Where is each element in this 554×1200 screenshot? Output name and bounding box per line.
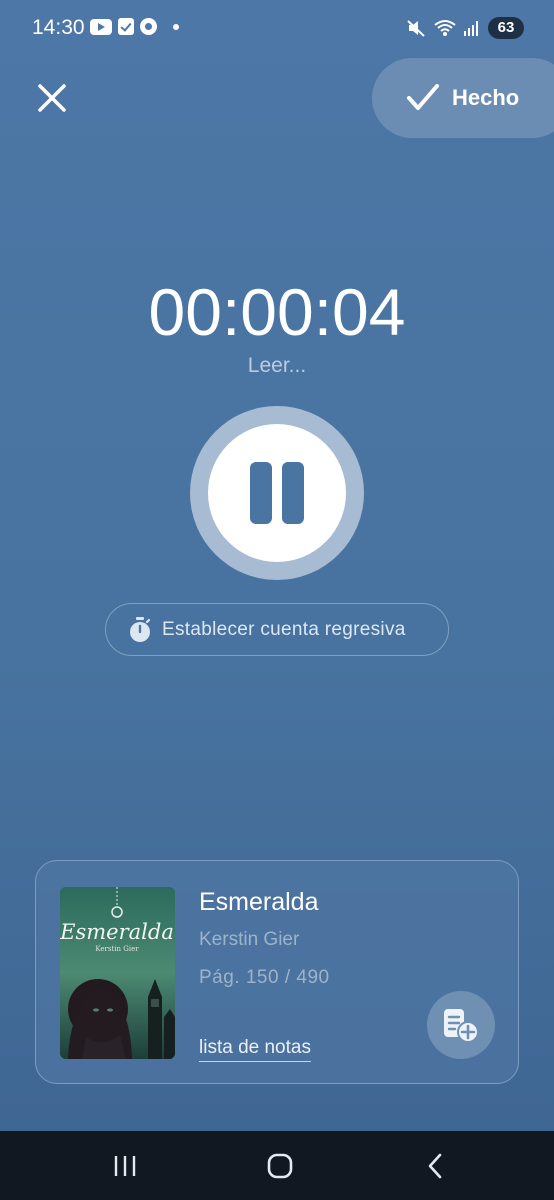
youtube-icon — [90, 18, 112, 35]
home-icon — [267, 1153, 293, 1179]
close-icon — [38, 84, 66, 112]
add-note-button[interactable] — [427, 991, 495, 1059]
status-time: 14:30 — [32, 16, 85, 39]
recents-icon — [114, 1156, 136, 1176]
system-navigation-bar — [0, 1131, 554, 1200]
status-bar: 14:30 63 — [0, 0, 554, 58]
add-note-icon — [444, 1009, 479, 1043]
book-card[interactable]: Esmeralda Kerstin Gier Esmeralda Kerstin… — [35, 860, 519, 1084]
pause-bar-right — [282, 462, 304, 524]
activity-label: Leer... — [247, 354, 307, 377]
cover-author-text: Kerstin Gier — [95, 945, 139, 953]
back-button[interactable] — [415, 1149, 455, 1183]
close-button[interactable] — [30, 76, 74, 120]
notes-list-link[interactable]: lista de notas — [199, 1037, 311, 1062]
book-cover-image: Esmeralda Kerstin Gier — [60, 887, 175, 1059]
back-icon — [428, 1153, 442, 1179]
signal-icon — [464, 20, 480, 36]
battery-indicator: 63 — [488, 17, 524, 39]
countdown-label: Establecer cuenta regresiva — [162, 618, 406, 640]
book-page-progress: Pág. 150 / 490 — [199, 967, 330, 988]
pause-bar-left — [250, 462, 272, 524]
elapsed-timer: 00:00:04 — [148, 275, 406, 349]
pause-icon — [208, 424, 346, 562]
checkmark-icon — [407, 84, 439, 110]
home-button[interactable] — [260, 1149, 300, 1183]
set-countdown-button[interactable]: Establecer cuenta regresiva — [105, 603, 449, 656]
done-label: Hecho — [452, 85, 520, 110]
pause-button[interactable] — [190, 406, 364, 580]
wifi-icon — [434, 20, 456, 36]
system-icons: 63 — [406, 17, 524, 39]
book-author: Kerstin Gier — [199, 929, 300, 950]
tasks-check-icon — [118, 18, 134, 35]
football-icon — [140, 18, 157, 35]
book-title: Esmeralda — [199, 888, 319, 916]
recents-button[interactable] — [105, 1149, 145, 1183]
mute-icon — [407, 20, 425, 37]
cover-art: Esmeralda Kerstin Gier — [60, 887, 175, 1059]
more-notifications-dot-icon — [173, 23, 179, 30]
cover-title-text: Esmeralda — [60, 920, 174, 944]
notification-icons — [90, 18, 179, 35]
done-button[interactable]: Hecho — [372, 58, 554, 138]
stopwatch-icon — [130, 616, 151, 642]
